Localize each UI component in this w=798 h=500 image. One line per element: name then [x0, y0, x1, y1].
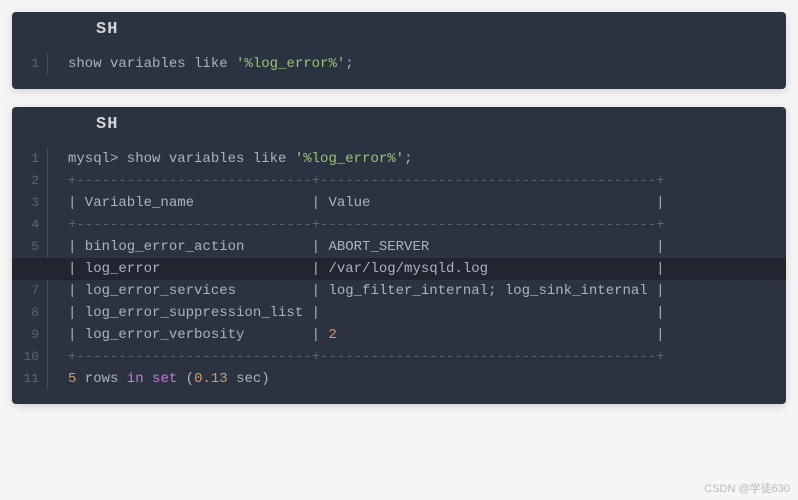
code-line[interactable]: | log_error_services | log_filter_intern… — [68, 280, 786, 302]
code-block-1: SH 1 show variables like '%log_error%'; — [12, 12, 786, 89]
language-tag: SH — [96, 20, 118, 39]
line-number: 10 — [12, 346, 47, 368]
line-number: 5 — [12, 236, 47, 258]
code-lines[interactable]: show variables like '%log_error%'; — [48, 53, 786, 75]
language-tag: SH — [96, 115, 118, 134]
watermark-text: CSDN @学徒630 — [704, 480, 790, 496]
code-line[interactable]: +----------------------------+----------… — [68, 346, 786, 368]
code-line[interactable]: show variables like '%log_error%'; — [68, 53, 786, 75]
code-line[interactable]: +----------------------------+----------… — [68, 214, 786, 236]
line-number: 1 — [12, 148, 47, 170]
code-line[interactable]: | log_error_verbosity | 2 | — [68, 324, 786, 346]
code-line[interactable]: | log_error_suppression_list | | — [68, 302, 786, 324]
code-body[interactable]: 1234567891011 mysql> show variables like… — [12, 140, 786, 404]
line-number: 11 — [12, 368, 47, 390]
code-line[interactable]: | binlog_error_action | ABORT_SERVER | — [68, 236, 786, 258]
code-block-2: SH 1234567891011 mysql> show variables l… — [12, 107, 786, 404]
code-line[interactable]: | log_error | /var/log/mysqld.log | — [48, 258, 786, 280]
line-number: 3 — [12, 192, 47, 214]
code-line[interactable]: mysql> show variables like '%log_error%'… — [68, 148, 786, 170]
line-number: 8 — [12, 302, 47, 324]
line-number: 9 — [12, 324, 47, 346]
line-number: 1 — [12, 53, 47, 75]
code-line[interactable]: +----------------------------+----------… — [68, 170, 786, 192]
code-line[interactable]: | Variable_name | Value | — [68, 192, 786, 214]
line-number: 2 — [12, 170, 47, 192]
code-line[interactable]: 5 rows in set (0.13 sec) — [68, 368, 786, 390]
code-lines[interactable]: mysql> show variables like '%log_error%'… — [48, 148, 786, 390]
code-block-header: SH — [12, 12, 786, 45]
line-number: 4 — [12, 214, 47, 236]
code-body[interactable]: 1 show variables like '%log_error%'; — [12, 45, 786, 89]
code-block-header: SH — [12, 107, 786, 140]
line-number-gutter: 1 — [12, 53, 48, 75]
line-number: 7 — [12, 280, 47, 302]
